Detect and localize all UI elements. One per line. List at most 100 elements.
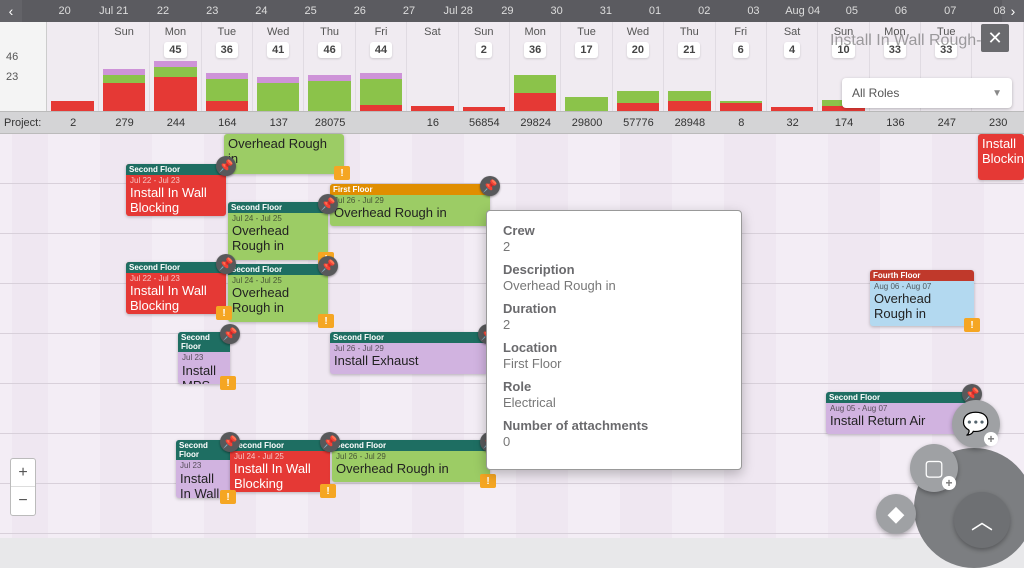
pin-icon[interactable]: 📌 (216, 254, 236, 274)
warning-icon[interactable]: ! (216, 306, 232, 320)
zoom-in-button[interactable]: + (11, 459, 35, 487)
task-card[interactable]: Install Blocking (978, 134, 1024, 180)
task-dates: Jul 23 (182, 353, 226, 362)
overview-day-name: Thu (680, 26, 699, 38)
task-dates: Aug 06 - Aug 07 (874, 282, 970, 291)
overview-day[interactable]: Tue36 (202, 22, 253, 111)
task-card[interactable]: Second FloorJul 26 - Jul 29Install Exhau… (330, 332, 488, 374)
overview-day[interactable] (47, 22, 98, 111)
task-card[interactable]: Second FloorJul 24 - Jul 25Install In Wa… (230, 440, 330, 492)
overview-day[interactable]: Sun2 (459, 22, 510, 111)
popup-key: Role (503, 379, 725, 394)
pin-icon[interactable]: 📌 (220, 432, 240, 452)
task-card[interactable]: Second FloorJul 26 - Jul 29Overhead Roug… (332, 440, 490, 482)
task-card[interactable]: Second FloorJul 22 - Jul 23Install In Wa… (126, 164, 226, 216)
task-card[interactable]: Second FloorJul 24 - Jul 25Overhead Roug… (228, 202, 328, 260)
task-floor-label: First Floor (330, 184, 490, 195)
timeline-date: 03 (729, 5, 778, 17)
overview-day[interactable]: Mon45 (150, 22, 201, 111)
overview-day-name: Wed (267, 26, 289, 38)
warning-icon[interactable]: ! (320, 484, 336, 498)
overview-day[interactable]: Fri44 (356, 22, 407, 111)
pin-icon[interactable]: 📌 (320, 432, 340, 452)
overview-day[interactable]: Mon36 (510, 22, 561, 111)
overview-day-name: Fri (734, 26, 747, 38)
overview-day[interactable]: Sat (407, 22, 458, 111)
overview-day[interactable]: Fri6 (716, 22, 767, 111)
task-floor-label: Fourth Floor (870, 270, 974, 281)
task-name: Install In Wall Blocking (234, 462, 326, 492)
task-card[interactable]: Second FloorJul 22 - Jul 23Install In Wa… (126, 262, 226, 314)
expand-menu-button[interactable]: ︿ (954, 492, 1010, 548)
add-task-button[interactable]: ▢+ (910, 444, 958, 492)
warning-icon[interactable]: ! (220, 376, 236, 390)
timeline-date: Jul 28 (434, 5, 483, 17)
overview-scale: 46 23 (0, 22, 47, 111)
zoom-out-button[interactable]: − (11, 487, 35, 515)
warning-icon[interactable]: ! (480, 474, 496, 488)
overview-day[interactable]: Tue17 (561, 22, 612, 111)
pin-icon[interactable]: 📌 (220, 324, 240, 344)
task-card[interactable]: First FloorJul 26 - Jul 29Overhead Rough… (330, 184, 490, 226)
project-value: 56854 (459, 117, 510, 129)
pin-icon[interactable]: 📌 (318, 194, 338, 214)
task-floor-label: Second Floor (228, 202, 328, 213)
timeline-next-button[interactable]: › (1002, 0, 1024, 22)
pin-icon[interactable]: 📌 (216, 156, 236, 176)
overview-day[interactable]: Wed20 (613, 22, 664, 111)
task-name: Install In Wall Blocking (130, 186, 222, 216)
overview-day-name: Thu (320, 26, 339, 38)
task-card[interactable]: Fourth FloorAug 06 - Aug 07Overhead Roug… (870, 270, 974, 326)
task-floor-label: Second Floor (228, 264, 328, 275)
task-floor-label: Second Floor (826, 392, 972, 403)
overview-day[interactable]: Thu 46 (304, 22, 355, 111)
task-floor-label: Second Floor (332, 440, 490, 451)
add-milestone-button[interactable]: ◆ (876, 494, 916, 534)
overview-day[interactable]: Thu21 (664, 22, 715, 111)
warning-icon[interactable]: ! (318, 314, 334, 328)
roles-filter-dropdown[interactable]: All Roles ▼ (842, 78, 1012, 108)
overview-day-name: Wed (627, 26, 649, 38)
warning-icon[interactable]: ! (964, 318, 980, 332)
task-card[interactable]: Second FloorJul 24 - Jul 25Overhead Roug… (228, 264, 328, 322)
popup-key: Crew (503, 223, 725, 238)
timeline-date: 20 (40, 5, 89, 17)
chevron-down-icon: ▼ (992, 88, 1002, 99)
close-icon: ✕ (987, 28, 1002, 49)
task-dates: Jul 24 - Jul 25 (232, 276, 324, 285)
overview-day[interactable]: Sat4 (767, 22, 818, 111)
chevron-up-icon: ︿ (971, 504, 993, 536)
warning-icon[interactable]: ! (334, 166, 350, 180)
timeline-date: 31 (581, 5, 630, 17)
overview-day-badge: 46 (318, 42, 340, 58)
overview-day-badge: 41 (267, 42, 289, 58)
project-value: 137 (253, 117, 304, 129)
timeline-date: 22 (138, 5, 187, 17)
timeline-date: 25 (286, 5, 335, 17)
timeline-date: 24 (237, 5, 286, 17)
close-button[interactable]: ✕ (981, 24, 1009, 52)
gantt-area[interactable]: Overhead Rough in!Second FloorJul 22 - J… (0, 134, 1024, 538)
task-dates: Jul 26 - Jul 29 (334, 344, 484, 353)
task-dates: Jul 24 - Jul 25 (234, 452, 326, 461)
add-comment-button[interactable]: 💬+ (952, 400, 1000, 448)
pin-icon[interactable]: 📌 (318, 256, 338, 276)
warning-icon[interactable]: ! (220, 490, 236, 504)
timeline-date: 30 (532, 5, 581, 17)
timeline-prev-button[interactable]: ‹ (0, 0, 22, 22)
project-value: 28948 (664, 117, 715, 129)
popup-value: First Floor (503, 356, 725, 371)
zoom-controls: + − (10, 458, 36, 516)
project-value: 32 (767, 117, 818, 129)
overview-day[interactable]: Sun (99, 22, 150, 111)
task-card[interactable]: Second FloorAug 05 - Aug 07Install Retur… (826, 392, 972, 434)
pin-icon[interactable]: 📌 (480, 176, 500, 196)
timeline-date: Jul 21 (89, 5, 138, 17)
overview-day[interactable]: Wed 41 (253, 22, 304, 111)
task-floor-label: Second Floor (126, 262, 226, 273)
task-card[interactable]: Overhead Rough in (224, 134, 344, 174)
overview-day-name: Tue (577, 26, 596, 38)
overview-day-name: Fri (375, 26, 388, 38)
timeline-date: 27 (384, 5, 433, 17)
timeline-date-strip: ‹ › 20Jul 21222324252627Jul 282930310102… (0, 0, 1024, 22)
